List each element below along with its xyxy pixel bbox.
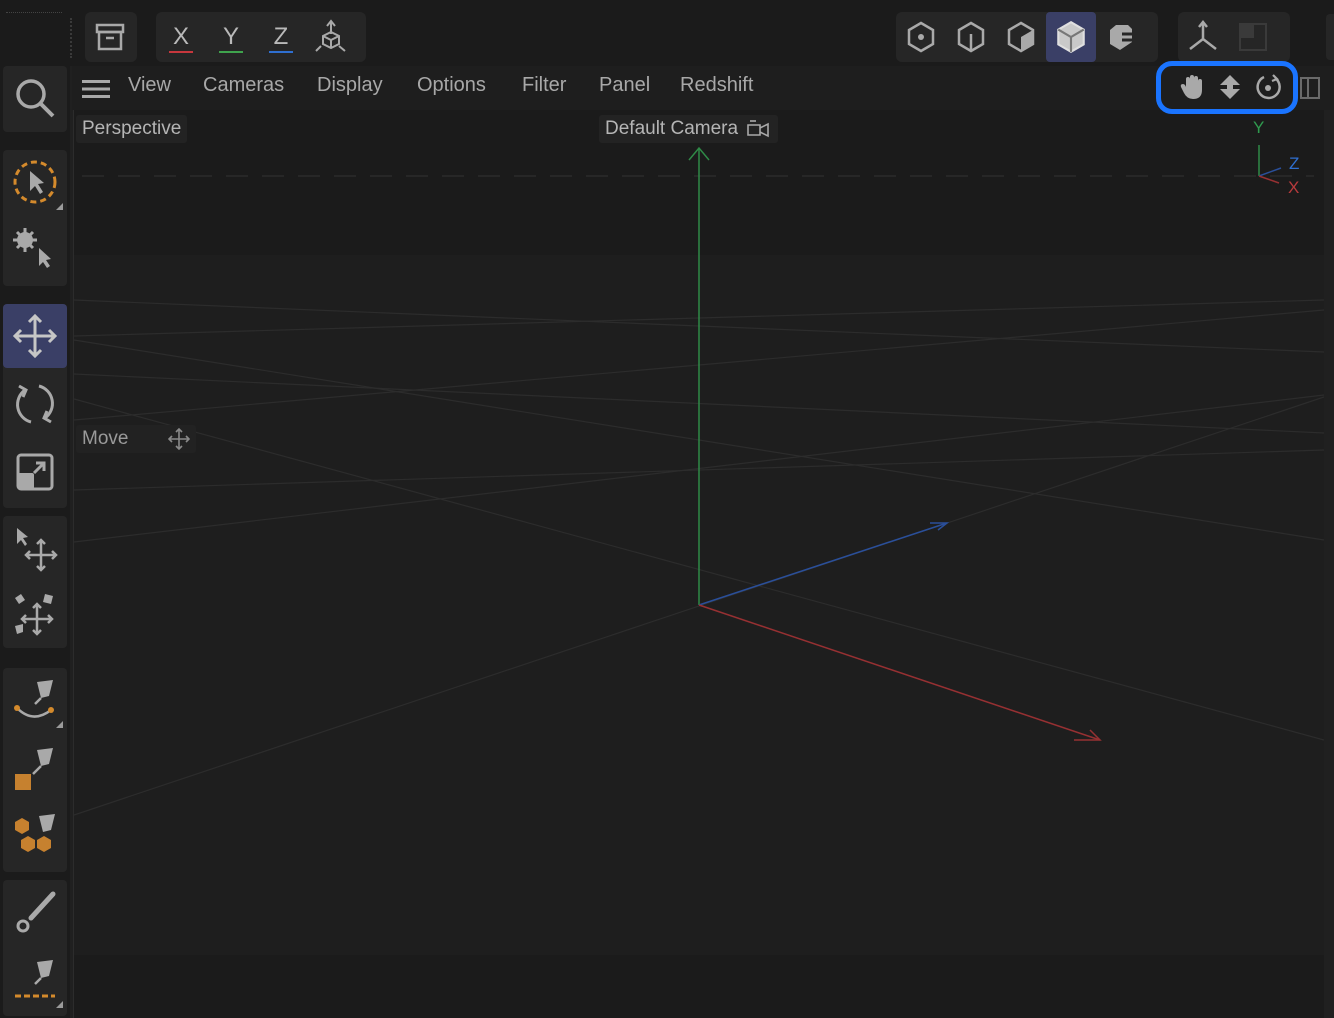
viewport-solo-icon (1239, 23, 1267, 51)
multi-move-icon (15, 594, 54, 636)
x-axis-label: X (172, 23, 189, 50)
uv-mode-icon (1110, 25, 1132, 50)
axis-snap-group (1178, 12, 1290, 62)
menu-redshift[interactable]: Redshift (680, 74, 753, 97)
left-toolbar (0, 66, 70, 1018)
transform-group (3, 304, 67, 508)
menu-view[interactable]: View (128, 74, 171, 97)
selection-group (3, 150, 67, 286)
y-axis-toggle[interactable]: Y (206, 12, 256, 62)
viewport[interactable]: Perspective Default Camera Move Y Z X (73, 110, 1324, 1018)
coordinate-system-icon (315, 19, 346, 52)
dynamic-placement-button[interactable] (3, 582, 67, 646)
spline-mograph-button[interactable] (3, 804, 67, 868)
toolbar-overflow[interactable] (1326, 14, 1334, 60)
search-button[interactable] (3, 66, 67, 130)
spline-pen-icon (14, 680, 54, 718)
toolbar-grip[interactable] (6, 12, 62, 23)
scale-tool-button[interactable] (3, 440, 67, 504)
live-selection-more (56, 203, 63, 210)
tweak-tool-button[interactable] (3, 218, 67, 282)
archive-button[interactable] (85, 12, 135, 62)
brush-tool-button[interactable] (3, 880, 67, 944)
z-axis-label: Z (273, 23, 289, 50)
search-icon (16, 79, 55, 118)
mode-group (896, 12, 1158, 62)
gizmo-y-label: Y (1253, 118, 1265, 137)
viewport-scene (74, 110, 1324, 1018)
axis-modify-button[interactable] (1178, 12, 1228, 62)
rotate-tool-button[interactable] (3, 372, 67, 436)
archive-icon (95, 23, 125, 51)
axis-lock-group: X Y Z (156, 12, 366, 62)
navigation-highlight (1156, 61, 1298, 114)
y-axis-underline (219, 51, 243, 53)
tool-hint-label: Move (82, 428, 129, 449)
search-group (3, 66, 67, 132)
move-icon (12, 313, 58, 359)
polygons-mode-button[interactable] (996, 12, 1046, 62)
scale-icon (16, 453, 54, 491)
projection-label[interactable]: Perspective (76, 115, 188, 143)
viewport-menu-bar: View Cameras Display Options Filter Pane… (72, 66, 1334, 110)
live-selection-button[interactable] (3, 150, 67, 214)
x-axis-toggle[interactable]: X (156, 12, 206, 62)
layout-icon (1300, 77, 1320, 99)
rotate-icon (16, 384, 54, 424)
spline-primitive-icon (15, 748, 53, 790)
sketch-pen-icon (15, 960, 55, 998)
edges-mode-icon (957, 21, 985, 53)
gizmo-z-label: Z (1289, 154, 1300, 173)
paint-group (3, 880, 67, 1016)
polygons-mode-icon (1007, 21, 1035, 53)
spline-primitive-button[interactable] (3, 736, 67, 800)
gear-cursor-icon (13, 228, 51, 268)
z-axis-toggle[interactable]: Z (256, 12, 306, 62)
camera-label: Default Camera (605, 118, 739, 139)
cubes-pen-icon (15, 814, 55, 852)
z-axis-underline (269, 51, 293, 53)
move-hint-icon (168, 428, 190, 450)
axis-transform-group (3, 516, 67, 648)
toolbar-grip-vertical[interactable] (70, 18, 80, 58)
model-mode-icon (1057, 20, 1085, 54)
camera-icon (747, 120, 769, 138)
viewport-menu-button[interactable] (82, 78, 110, 105)
spline-sketch-button[interactable] (3, 948, 67, 1012)
menu-options[interactable]: Options (417, 74, 486, 97)
model-mode-button[interactable] (1046, 12, 1096, 62)
placement-tool-button[interactable] (3, 516, 67, 580)
gizmo-x-label: X (1288, 178, 1300, 197)
brush-icon (16, 891, 56, 933)
edges-mode-button[interactable] (946, 12, 996, 62)
move-tool-button[interactable] (3, 304, 67, 368)
live-selection-icon (13, 160, 57, 204)
menu-cameras[interactable]: Cameras (203, 74, 284, 97)
spline-sketch-more (56, 1001, 63, 1008)
menu-display[interactable]: Display (317, 74, 383, 97)
menu-filter[interactable]: Filter (522, 74, 566, 97)
tool-hint: Move (76, 425, 196, 453)
menu-panel[interactable]: Panel (599, 74, 650, 97)
spline-pen-more (56, 721, 63, 728)
spline-group (3, 668, 67, 872)
viewport-layout-button[interactable] (1300, 76, 1320, 105)
top-toolbar: X Y Z (0, 0, 1334, 66)
coordinate-system-button[interactable] (306, 12, 356, 62)
axis-modify-icon (1189, 19, 1217, 50)
y-axis-label: Y (222, 23, 239, 50)
points-mode-button[interactable] (896, 12, 946, 62)
spline-pen-button[interactable] (3, 668, 67, 732)
x-axis-underline (169, 51, 193, 53)
archive-group (85, 12, 137, 62)
camera-selector[interactable]: Default Camera (599, 115, 779, 143)
points-mode-icon (907, 21, 935, 53)
hamburger-icon (82, 80, 110, 98)
uv-mode-button[interactable] (1096, 12, 1146, 62)
cursor-move-icon (17, 528, 58, 572)
viewport-solo-button[interactable] (1228, 12, 1278, 62)
